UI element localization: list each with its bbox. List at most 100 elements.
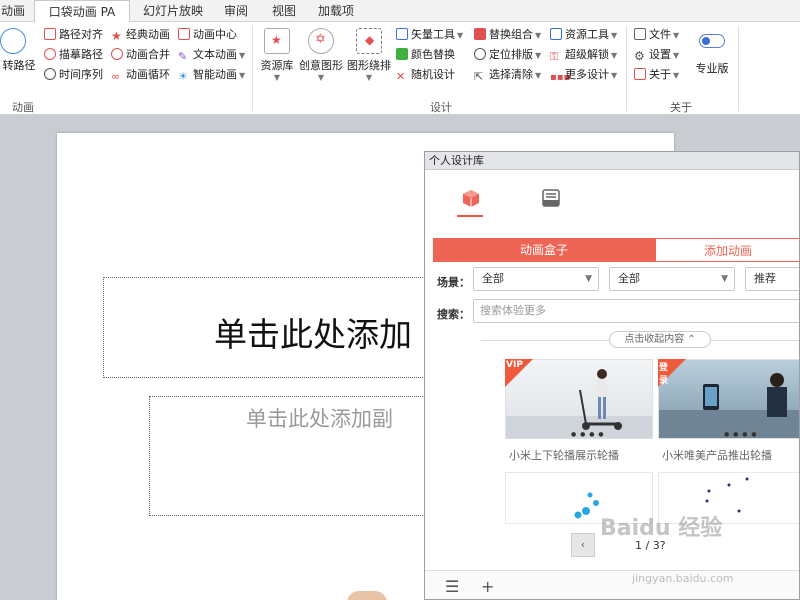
toggle-switch-icon — [699, 34, 725, 48]
resource-library-button[interactable]: ★ 资源库 ▼ — [258, 26, 296, 82]
super-unlock-button[interactable]: ⚿ 超级解锁 ▼ — [550, 46, 617, 64]
template-card[interactable]: 登录 ● ● ● ● 小米唯美产品推出轮播 — [658, 359, 799, 469]
file-button[interactable]: 文件 ▼ — [634, 26, 679, 44]
convert-path-label: 转路径 — [2, 59, 36, 72]
group-design-label: 设计 — [430, 101, 452, 114]
chevron-left-icon: ‹ — [580, 538, 586, 551]
vip-badge: VIP — [505, 359, 533, 387]
search-input[interactable]: 搜索体验更多 — [473, 299, 799, 323]
paint-icon — [396, 48, 408, 60]
ribbon-separator — [626, 26, 627, 111]
animation-center-icon — [178, 28, 190, 40]
inbox-icon[interactable] — [541, 188, 561, 208]
ribbon-separator — [738, 26, 739, 111]
tab-review[interactable]: 审阅 — [220, 0, 252, 22]
slide-bottom-shape — [347, 591, 387, 600]
text-animation-button[interactable]: ✎ 文本动画 ▼ — [178, 46, 245, 64]
watermark-logo: Baidu 经验 — [600, 516, 723, 541]
scene-label: 场景： — [437, 276, 470, 289]
about-icon — [634, 68, 646, 80]
tab-add-animation[interactable]: 添加动画 — [655, 238, 799, 262]
clock-icon — [44, 68, 56, 80]
unlock-icon: ⚿ — [550, 50, 559, 63]
tab-pocket-animation[interactable]: 口袋动画 PA — [34, 0, 130, 23]
tab-slideshow[interactable]: 幻灯片放映 — [140, 0, 206, 22]
login-badge: 登录 — [658, 359, 686, 387]
about-button[interactable]: 关于 ▼ — [634, 66, 679, 84]
shape-wrap-button[interactable]: ◆ 图形绕排 ▼ — [346, 26, 392, 82]
tab-view[interactable]: 视图 — [268, 0, 300, 22]
vector-icon — [396, 28, 408, 40]
loop-icon: ∞ — [111, 70, 121, 83]
prev-page-button[interactable]: ‹ — [571, 533, 595, 557]
random-design-button[interactable]: ✕ 随机设计 — [396, 66, 455, 84]
classic-animation-button[interactable]: ★ 经典动画 — [111, 26, 170, 44]
path-align-icon — [44, 28, 56, 40]
card-title: 小米上下轮播展示轮播 — [509, 449, 619, 462]
color-replace-button[interactable]: 颜色替换 — [396, 46, 455, 64]
search-label: 搜索： — [437, 308, 470, 321]
vector-tool-button[interactable]: 矢量工具 ▼ — [396, 26, 463, 44]
ribbon: 转路径 路径对齐 描摹路径 时间序列 ★ 经典动画 动画合并 ∞ 动画循环 动画中心… — [0, 22, 800, 115]
gear-icon: ⚙ — [634, 49, 645, 63]
trace-path-button[interactable]: 描摹路径 — [44, 46, 103, 64]
smart-animation-button[interactable]: ☀ 智能动画 ▼ — [178, 66, 245, 84]
more-icon: ▪▪▪ — [550, 72, 571, 83]
grid-icon — [550, 28, 562, 40]
settings-button[interactable]: ⚙ 设置 ▼ — [634, 46, 679, 64]
pro-label: 专业版 — [695, 62, 729, 75]
shuffle-icon: ✕ — [396, 70, 406, 83]
select-clear-button[interactable]: ⇱ 选择清除 ▼ — [474, 66, 541, 84]
replace-group-icon — [474, 28, 486, 40]
tab-animation-box[interactable]: 动画盒子 — [433, 238, 655, 262]
shape-wrap-icon: ◆ — [356, 28, 382, 54]
file-icon — [634, 28, 646, 40]
watermark-url: jingyan.baidu.com — [632, 572, 734, 585]
chevron-down-icon: ▼ — [365, 73, 373, 82]
carousel-dots: ● ● ● ● — [571, 431, 605, 438]
group-about-label: 关于 — [670, 101, 692, 114]
chevron-down-icon: ▼ — [317, 73, 325, 82]
star-icon: ★ — [111, 29, 122, 43]
sort-select[interactable]: 推荐 — [745, 267, 799, 291]
bulb-icon: ☀ — [178, 70, 188, 83]
cursor-icon: ⇱ — [474, 70, 484, 83]
chevron-down-icon: ▼ — [273, 73, 281, 82]
convert-path-button[interactable]: 转路径 — [0, 26, 38, 73]
time-sequence-button[interactable]: 时间序列 — [44, 66, 103, 84]
group-animation-label: 动画 — [12, 101, 34, 114]
merge-animation-button[interactable]: 动画合并 — [111, 46, 170, 64]
more-design-button[interactable]: ▪▪▪更多设计 ▼ — [550, 66, 617, 84]
add-icon[interactable]: + — [481, 577, 494, 596]
collapse-button[interactable]: 点击收起内容 ⌃ — [609, 331, 711, 348]
creative-shape-icon: ✡ — [308, 28, 334, 54]
replace-group-button[interactable]: 替换组合 ▼ — [474, 26, 541, 44]
path-icon — [0, 28, 26, 54]
text-animation-icon: ✎ — [178, 50, 188, 63]
cube-icon[interactable] — [461, 188, 481, 208]
resource-library-label: 资源库 — [260, 59, 294, 72]
path-align-button[interactable]: 路径对齐 — [44, 26, 103, 44]
panel-footer: ☰ + — [425, 570, 799, 599]
pro-toggle[interactable]: 专业版 — [692, 26, 732, 76]
tab-animation[interactable]: 动画 — [0, 0, 26, 22]
animation-center-button[interactable]: 动画中心 — [178, 26, 237, 44]
loop-animation-button[interactable]: ∞ 动画循环 — [111, 66, 170, 84]
position-layout-button[interactable]: 定位排版 ▼ — [474, 46, 541, 64]
chevron-down-icon: ▼ — [721, 274, 728, 284]
template-card[interactable]: VIP ● ● ● ● 小米上下轮播展示轮播 — [505, 359, 653, 469]
resource-library-icon: ★ — [264, 28, 290, 54]
merge-icon — [111, 48, 123, 60]
carousel-dots: ● ● ● ● — [724, 431, 758, 438]
scene-select[interactable]: 全部 ▼ — [473, 267, 599, 291]
ribbon-separator — [252, 26, 253, 111]
creative-shape-button[interactable]: ✡ 创意图形 ▼ — [298, 26, 344, 82]
active-tab-underline — [457, 215, 483, 217]
trace-path-icon — [44, 48, 56, 60]
menu-icon[interactable]: ☰ — [445, 577, 459, 596]
target-icon — [474, 48, 486, 60]
tab-addins[interactable]: 加载项 — [314, 0, 358, 22]
resource-tool-button[interactable]: 资源工具 ▼ — [550, 26, 617, 44]
category-select[interactable]: 全部 ▼ — [609, 267, 735, 291]
creative-shape-label: 创意图形 — [299, 59, 343, 72]
